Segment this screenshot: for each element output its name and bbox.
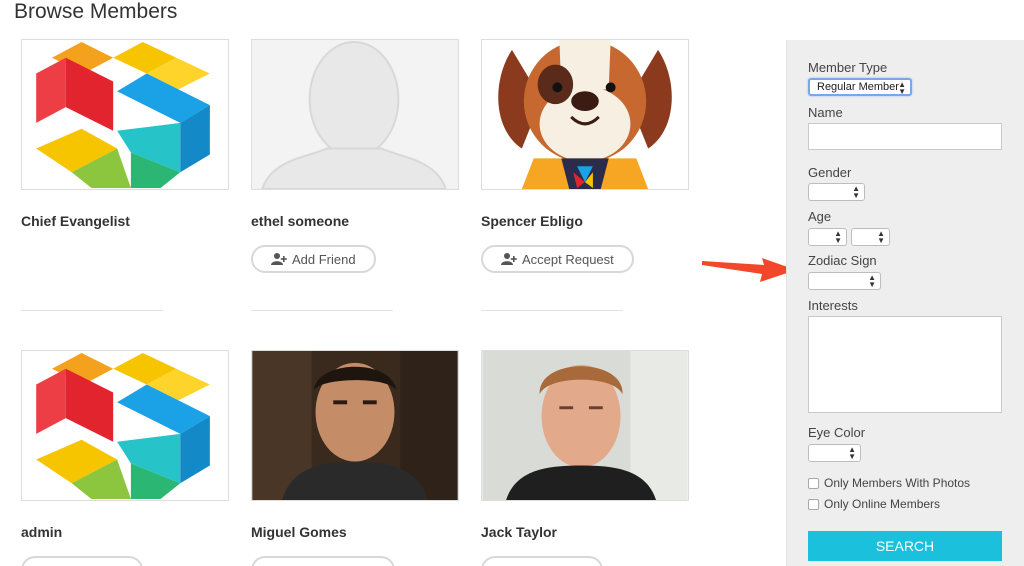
member-avatar[interactable] — [251, 350, 459, 501]
divider — [251, 310, 393, 311]
gender-label: Gender — [808, 165, 852, 180]
member-name[interactable]: Jack Taylor — [481, 524, 557, 540]
zodiac-sign-select[interactable]: ▲ ▼ — [808, 272, 881, 290]
member-card: Chief Evangelist — [21, 39, 229, 311]
name-label: Name — [808, 105, 843, 120]
stepper-arrows-icon: ▲ ▼ — [898, 80, 906, 96]
member-photo — [482, 351, 688, 500]
logo-icon — [22, 351, 228, 500]
stepper-arrows-icon: ▲ ▼ — [848, 445, 856, 461]
member-name[interactable]: admin — [21, 524, 62, 540]
member-name[interactable]: Spencer Ebligo — [481, 213, 583, 229]
member-type-label: Member Type — [808, 60, 888, 75]
dog-avatar-icon — [482, 40, 688, 189]
stepper-arrows-icon: ▲ ▼ — [868, 273, 876, 289]
name-input[interactable] — [808, 123, 1002, 150]
search-button[interactable]: SEARCH — [808, 531, 1002, 561]
eye-color-label: Eye Color — [808, 425, 866, 440]
member-name[interactable]: Miguel Gomes — [251, 524, 347, 540]
friend-button[interactable] — [251, 556, 395, 566]
member-avatar[interactable] — [481, 350, 689, 501]
add-user-icon — [271, 253, 287, 265]
only-photos-label: Only Members With Photos — [824, 476, 971, 490]
add-friend-button[interactable]: Add Friend — [251, 245, 376, 273]
accept-request-button[interactable]: Accept Request — [481, 245, 634, 273]
member-avatar[interactable] — [481, 39, 689, 190]
page-title: Browse Members — [14, 0, 178, 23]
member-name[interactable]: ethel someone — [251, 213, 349, 229]
member-photo — [252, 351, 458, 500]
interests-textarea[interactable] — [808, 316, 1002, 413]
search-filter-panel: Member Type Regular Member ▲ ▼ Name Gende… — [786, 40, 1024, 566]
age-from-select[interactable]: ▲ ▼ — [808, 228, 847, 246]
stepper-arrows-icon: ▲ ▼ — [877, 229, 885, 245]
member-avatar[interactable] — [251, 39, 459, 190]
member-avatar[interactable] — [21, 350, 229, 501]
logo-icon — [22, 40, 228, 189]
annotation-arrow-icon — [702, 258, 796, 282]
member-name[interactable]: Chief Evangelist — [21, 213, 130, 229]
eye-color-select[interactable]: ▲ ▼ — [808, 444, 861, 462]
only-online-checkbox[interactable] — [808, 498, 819, 510]
member-type-select[interactable]: Regular Member ▲ ▼ — [808, 78, 912, 96]
member-card: Jack Taylor — [481, 350, 689, 566]
accept-request-label: Accept Request — [522, 251, 614, 267]
member-card: ethel someone Add Friend — [251, 39, 459, 311]
friend-button[interactable] — [21, 556, 143, 566]
stepper-arrows-icon: ▲ ▼ — [834, 229, 842, 245]
member-card: Miguel Gomes — [251, 350, 459, 566]
only-online-label: Only Online Members — [824, 497, 941, 511]
age-to-select[interactable]: ▲ ▼ — [851, 228, 890, 246]
member-card: Spencer Ebligo Accept Request — [481, 39, 689, 311]
only-photos-option[interactable]: Only Members With Photos — [808, 476, 970, 490]
friend-button[interactable] — [481, 556, 603, 566]
divider — [481, 310, 623, 311]
gender-select[interactable]: ▲ ▼ — [808, 183, 865, 201]
only-photos-checkbox[interactable] — [808, 477, 819, 489]
member-avatar[interactable] — [21, 39, 229, 190]
add-user-icon — [501, 253, 517, 265]
interests-label: Interests — [808, 298, 858, 313]
age-label: Age — [808, 209, 832, 224]
member-card: admin — [21, 350, 229, 566]
zodiac-sign-label: Zodiac Sign — [808, 253, 877, 268]
divider — [21, 310, 163, 311]
default-avatar-icon — [252, 40, 458, 189]
only-online-option[interactable]: Only Online Members — [808, 497, 940, 511]
add-friend-label: Add Friend — [292, 251, 356, 267]
stepper-arrows-icon: ▲ ▼ — [852, 184, 860, 200]
